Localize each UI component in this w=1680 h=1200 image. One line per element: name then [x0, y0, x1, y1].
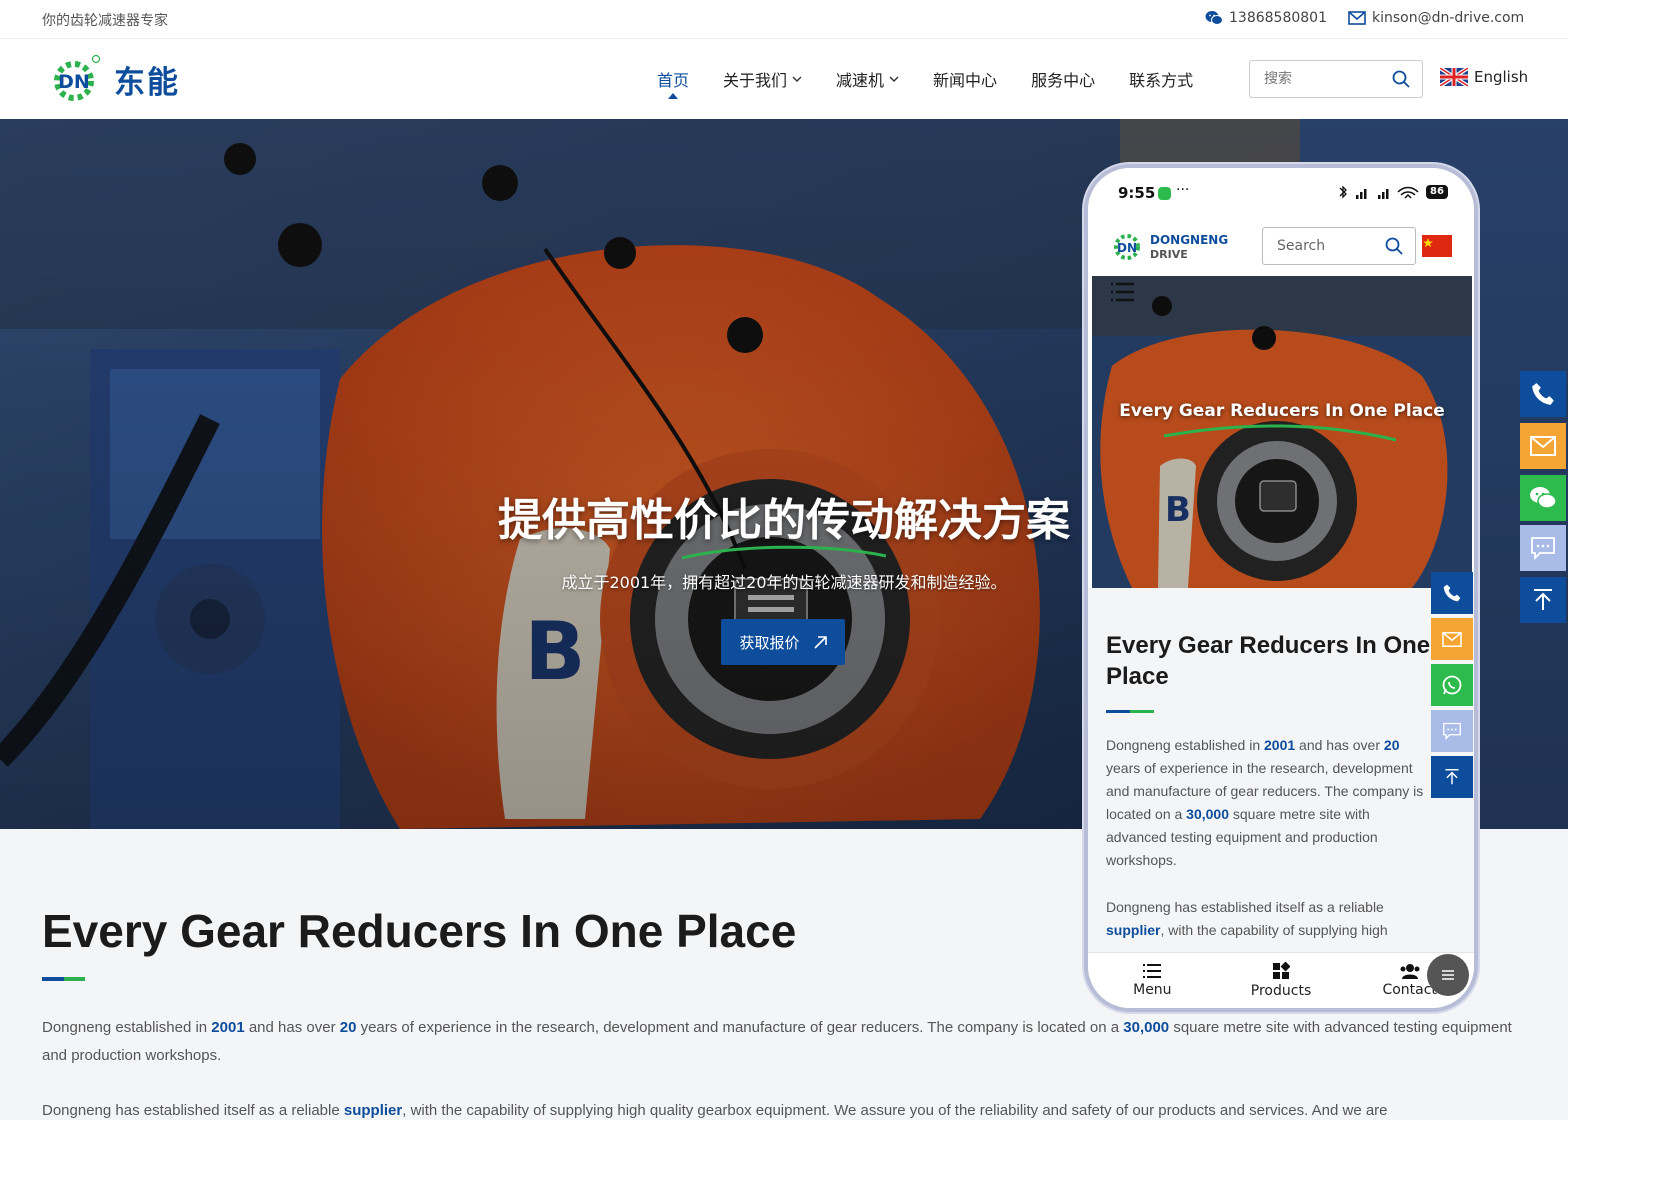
- mobile-section-heading: Every Gear Reducers In One Place: [1106, 632, 1431, 690]
- svg-text:DN: DN: [58, 71, 90, 93]
- chevron-down-icon: [889, 76, 899, 82]
- search-box: [1249, 60, 1423, 98]
- heading-accent-bar: [42, 977, 85, 981]
- nav-contact[interactable]: 联系方式: [1112, 39, 1210, 119]
- mobile-nav-products[interactable]: Products: [1217, 953, 1346, 1008]
- mobile-hero: B Every Gear Reducers In One Place: [1092, 276, 1472, 588]
- mobile-hero-background-image: B: [1092, 276, 1472, 588]
- side-phone-button[interactable]: [1520, 371, 1566, 417]
- phone-number: 13868580801: [1229, 10, 1327, 26]
- side-wechat-button[interactable]: [1520, 475, 1566, 521]
- signal-icons: [1339, 186, 1419, 199]
- phone-link[interactable]: 13868580801: [1205, 10, 1327, 26]
- mobile-header: DN DONGNENG DRIVE Search: [1088, 218, 1474, 276]
- search-input[interactable]: [1250, 61, 1380, 97]
- chevron-down-icon: [792, 76, 802, 82]
- grid-icon: [1273, 962, 1290, 979]
- phone-icon: [1532, 383, 1554, 405]
- main-nav: 首页 关于我们 减速机 新闻中心 服务中心 联系方式: [640, 39, 1210, 119]
- battery-indicator: 86: [1426, 185, 1448, 199]
- mail-icon: [1530, 436, 1556, 456]
- language-label: English: [1474, 68, 1529, 86]
- china-flag-icon[interactable]: [1422, 235, 1452, 257]
- users-icon: [1400, 964, 1420, 979]
- nav-reducers[interactable]: 减速机: [819, 39, 916, 119]
- chat-icon: [1531, 537, 1555, 560]
- status-app-icon: [1158, 187, 1171, 200]
- wechat-icon: [1205, 11, 1223, 25]
- side-mail-button[interactable]: [1520, 423, 1566, 469]
- uk-flag-icon: [1440, 68, 1468, 86]
- mobile-paragraph-2: Dongneng has established itself as a rel…: [1106, 899, 1388, 938]
- top-bar: 你的齿轮减速器专家 13868580801 kinson@dn-drive.co…: [0, 0, 1568, 39]
- list-icon: [1143, 964, 1162, 978]
- mobile-logo-line2: DRIVE: [1150, 248, 1188, 261]
- mobile-side-whatsapp-button[interactable]: [1431, 664, 1473, 706]
- mobile-about-section: Every Gear Reducers In One Place Dongneng…: [1088, 588, 1474, 952]
- chat-icon: [1443, 722, 1461, 740]
- site-logo[interactable]: DN 东能: [50, 53, 180, 105]
- mobile-side-mail-button[interactable]: [1431, 618, 1473, 660]
- mobile-logo-line1: DONGNENG: [1150, 233, 1229, 247]
- mobile-side-phone-button[interactable]: [1431, 572, 1473, 614]
- mobile-paragraph-1: Dongneng established in 2001 and has ove…: [1106, 737, 1424, 868]
- side-chat-button[interactable]: [1520, 525, 1566, 571]
- email-link[interactable]: kinson@dn-drive.com: [1348, 10, 1524, 26]
- whatsapp-icon: [1442, 675, 1462, 695]
- language-switch[interactable]: English: [1440, 68, 1528, 86]
- nav-home[interactable]: 首页: [640, 39, 706, 119]
- mobile-floating-menu-button[interactable]: [1427, 954, 1469, 996]
- section-heading: Every Gear Reducers In One Place: [42, 905, 797, 957]
- mobile-side-chat-button[interactable]: [1431, 710, 1473, 752]
- status-more-icon: ···: [1176, 182, 1190, 198]
- mobile-side-back-to-top-button[interactable]: [1431, 756, 1473, 798]
- nav-about[interactable]: 关于我们: [706, 39, 819, 119]
- back-to-top-icon: [1445, 769, 1459, 785]
- nav-news[interactable]: 新闻中心: [916, 39, 1014, 119]
- mail-icon: [1348, 11, 1366, 25]
- phone-icon: [1443, 584, 1461, 602]
- svg-text:DN: DN: [1117, 241, 1137, 255]
- title-underline-swoosh: [681, 545, 887, 560]
- logo-text: 东能: [114, 64, 180, 101]
- back-to-top-icon: [1534, 589, 1552, 610]
- side-back-to-top-button[interactable]: [1520, 577, 1566, 623]
- about-paragraph-2: Dongneng has established itself as a rel…: [42, 1102, 1388, 1119]
- get-quote-button[interactable]: 获取报价: [721, 619, 845, 665]
- mobile-status-bar: 9:55 ··· 86: [1088, 168, 1474, 218]
- mobile-hero-title: Every Gear Reducers In One Place: [1119, 401, 1445, 421]
- email-address: kinson@dn-drive.com: [1372, 10, 1525, 26]
- about-paragraph-1: Dongneng established in 2001 and has ove…: [42, 1019, 1512, 1064]
- mobile-heading-accent-bar: [1106, 710, 1154, 713]
- search-icon[interactable]: [1392, 70, 1410, 88]
- slogan: 你的齿轮减速器专家: [42, 13, 168, 29]
- mobile-supplier-link[interactable]: supplier: [1106, 922, 1160, 938]
- gear-logo-icon: DN: [54, 54, 101, 101]
- wechat-icon: [1530, 487, 1557, 509]
- mobile-preview: 9:55 ··· 86 DN DONGNENG DRIVE Search B: [1084, 164, 1478, 1012]
- supplier-link[interactable]: supplier: [344, 1102, 402, 1119]
- mail-icon: [1442, 631, 1462, 647]
- status-time: 9:55: [1118, 184, 1156, 202]
- mobile-bottom-nav: Menu Products Contact: [1088, 952, 1474, 1008]
- main-header: DN 东能 首页 关于我们 减速机 新闻中心 服务中心 联系方式 English: [0, 39, 1568, 119]
- mobile-logo-icon[interactable]: DN: [1112, 230, 1144, 262]
- menu-icon: [1442, 970, 1454, 980]
- arrow-up-right-icon: [813, 635, 827, 649]
- mobile-menu-icon[interactable]: [1110, 282, 1136, 302]
- mobile-nav-menu[interactable]: Menu: [1088, 953, 1217, 1008]
- mobile-search-input[interactable]: Search: [1262, 227, 1416, 265]
- nav-service[interactable]: 服务中心: [1014, 39, 1112, 119]
- search-icon: [1385, 237, 1403, 255]
